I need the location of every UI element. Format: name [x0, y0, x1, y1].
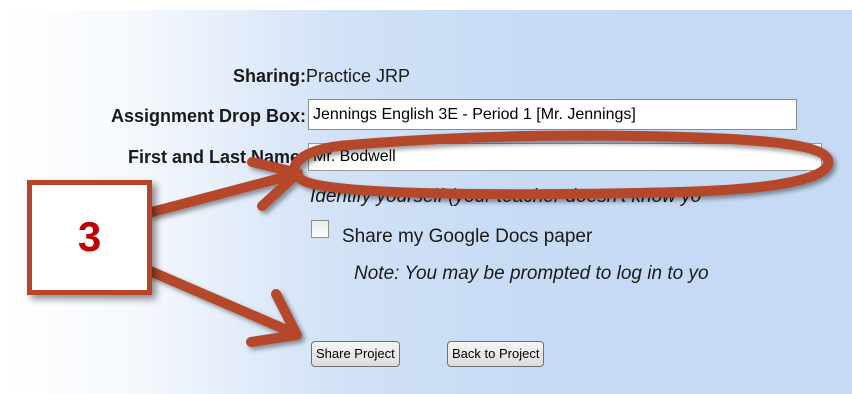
arrow-icon	[145, 266, 301, 339]
highlight-oval	[289, 130, 834, 200]
callout-number: 3	[77, 213, 102, 260]
callout-number-box: 3	[27, 180, 152, 295]
